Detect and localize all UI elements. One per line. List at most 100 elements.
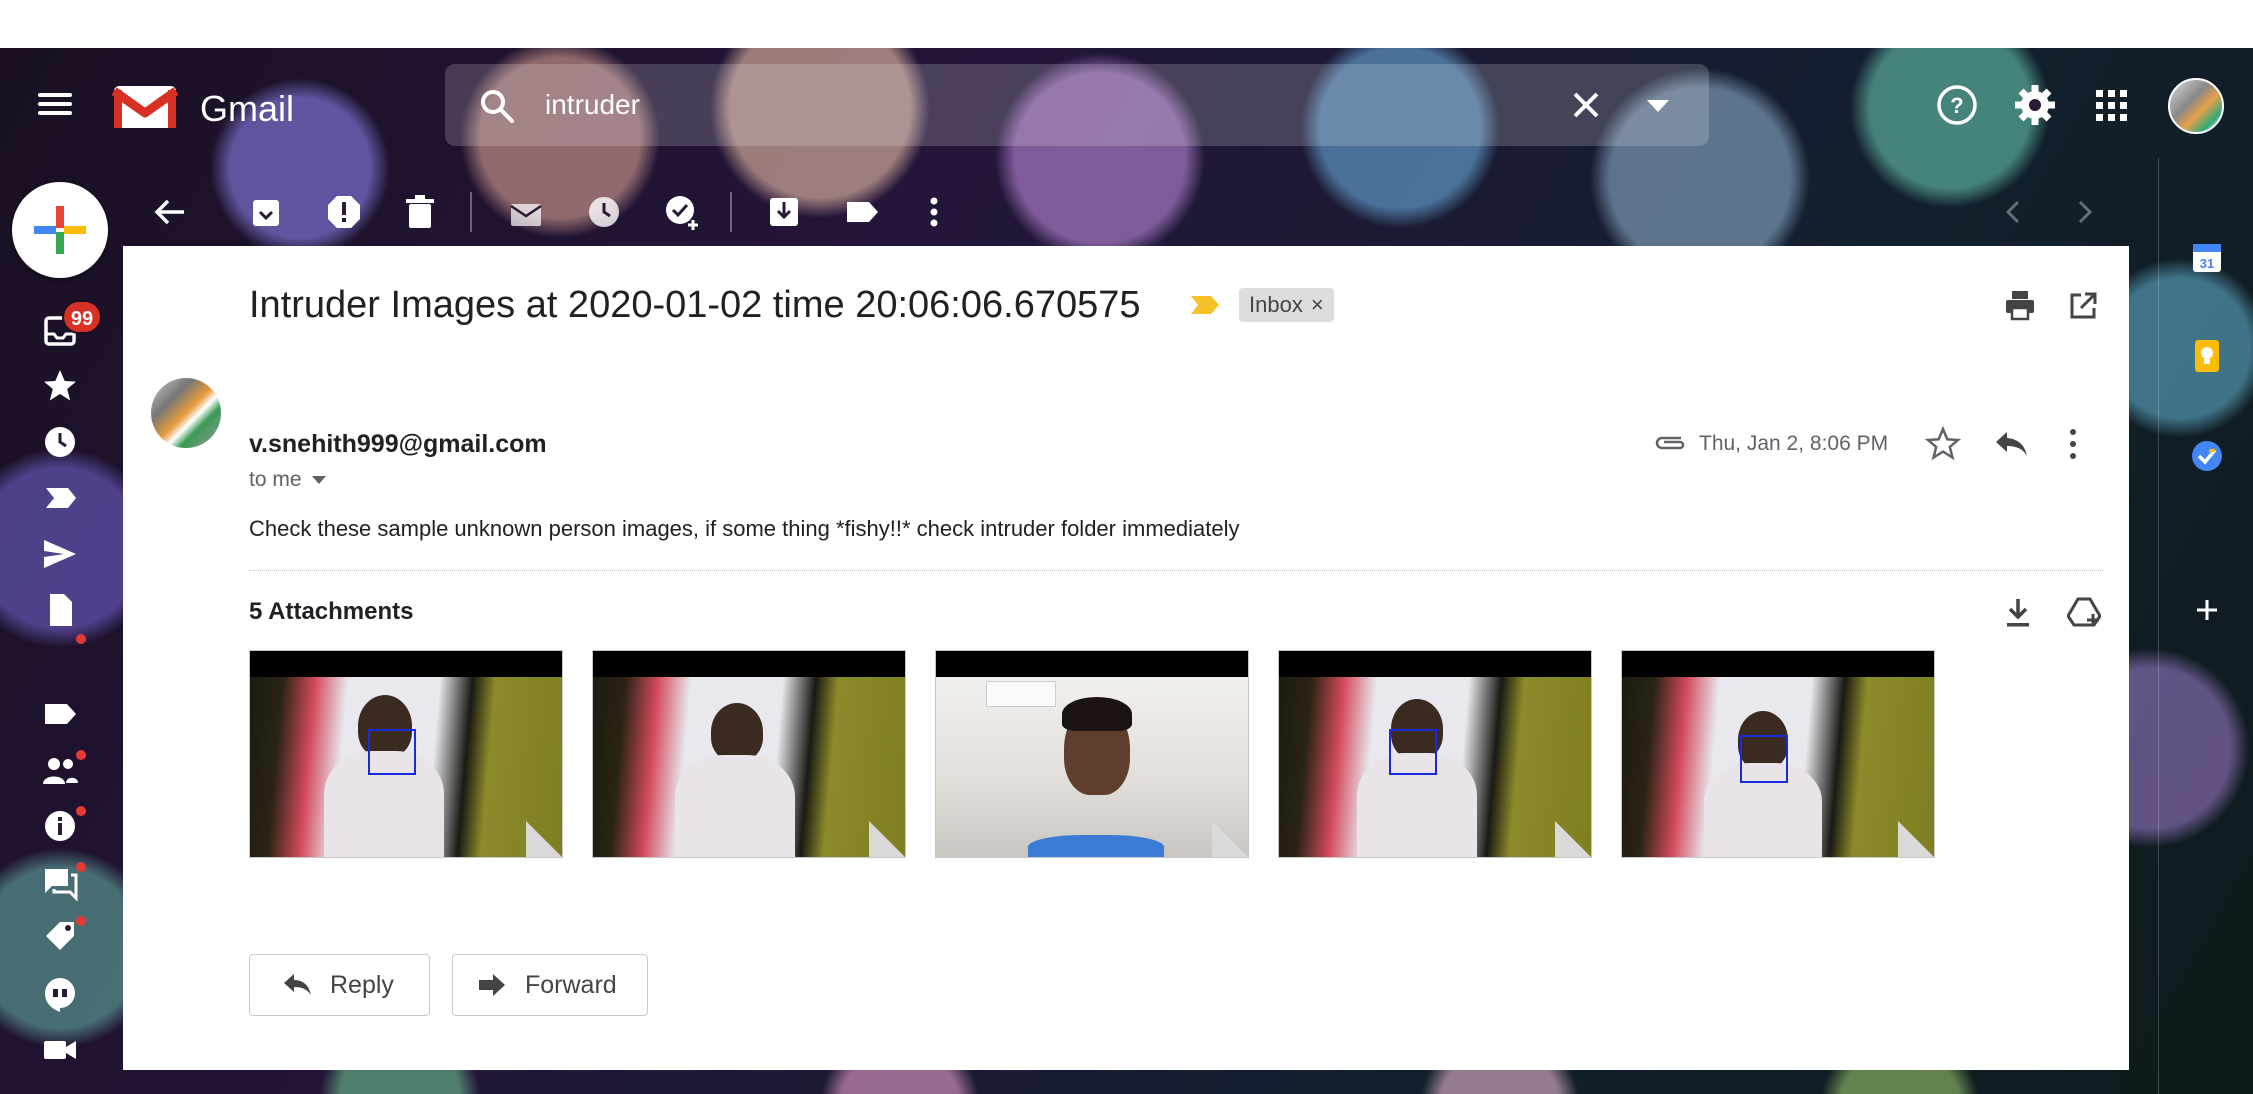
face-detection-box bbox=[368, 729, 416, 775]
compose-button[interactable] bbox=[12, 182, 108, 278]
inbox-unread-badge: 99 bbox=[62, 300, 102, 334]
sender-email[interactable]: v.snehith999@gmail.com bbox=[249, 430, 547, 459]
hair bbox=[1062, 697, 1132, 731]
back-arrow-icon[interactable] bbox=[150, 192, 190, 232]
mark-unread-icon[interactable] bbox=[506, 192, 546, 232]
message-view: Intruder Images at 2020-01-02 time 20:06… bbox=[123, 246, 2129, 1070]
email-subject: Intruder Images at 2020-01-02 time 20:06… bbox=[249, 284, 1141, 326]
attachment-thumbnail[interactable] bbox=[249, 650, 563, 858]
delete-trash-icon[interactable] bbox=[400, 192, 440, 232]
reply-arrow-icon[interactable] bbox=[1993, 428, 2029, 460]
forward-label: Forward bbox=[525, 970, 617, 999]
drafts-icon[interactable] bbox=[40, 590, 80, 630]
download-all-icon[interactable] bbox=[2003, 596, 2033, 630]
tasks-check-icon[interactable] bbox=[2187, 436, 2227, 476]
print-icon[interactable] bbox=[2003, 288, 2037, 322]
report-spam-icon[interactable] bbox=[324, 192, 364, 232]
details-caret-icon[interactable] bbox=[311, 476, 326, 485]
attachment-thumbnail[interactable] bbox=[592, 650, 906, 858]
intruder-photo bbox=[936, 677, 1248, 857]
side-panel: 31 bbox=[2158, 158, 2253, 1094]
face-detection-box bbox=[1389, 729, 1437, 775]
gmail-app: Gmail ? bbox=[0, 48, 2253, 1094]
attachment-thumbnail[interactable] bbox=[935, 650, 1249, 858]
gmail-logo-icon[interactable] bbox=[112, 82, 178, 132]
wall-socket bbox=[986, 681, 1056, 707]
face bbox=[711, 703, 763, 761]
forward-button[interactable]: Forward bbox=[452, 954, 648, 1016]
remove-label-icon[interactable]: × bbox=[1311, 292, 1324, 317]
intruder-photo bbox=[1279, 677, 1591, 857]
apps-grid-icon[interactable] bbox=[2088, 82, 2134, 128]
updates-info-icon[interactable] bbox=[40, 806, 80, 846]
account-avatar[interactable] bbox=[2168, 78, 2224, 134]
promotions-tag-icon[interactable] bbox=[40, 918, 80, 958]
important-marker-icon[interactable] bbox=[1191, 294, 1221, 316]
save-to-drive-icon[interactable] bbox=[2067, 596, 2101, 628]
meet-video-icon[interactable] bbox=[40, 1030, 80, 1070]
label-name: Inbox bbox=[1249, 292, 1303, 317]
forums-chat-icon[interactable] bbox=[40, 862, 80, 902]
intruder-photo bbox=[593, 677, 905, 857]
search-icon[interactable] bbox=[479, 88, 515, 124]
calendar-icon[interactable]: 31 bbox=[2187, 238, 2227, 278]
help-icon[interactable]: ? bbox=[1934, 82, 1980, 128]
intruder-photo bbox=[1622, 677, 1934, 857]
search-bar bbox=[445, 64, 1709, 146]
svg-text:31: 31 bbox=[2200, 256, 2214, 271]
keyboard-icon[interactable] bbox=[40, 1086, 80, 1094]
recipient-text: to me bbox=[249, 468, 302, 491]
search-options-caret-icon[interactable] bbox=[1643, 94, 1673, 116]
hangouts-icon[interactable] bbox=[40, 974, 80, 1014]
attachment-clip-icon bbox=[1655, 436, 1685, 450]
drafts-dot bbox=[76, 634, 86, 644]
inbox-label-chip: Inbox × bbox=[1239, 288, 1334, 322]
open-new-window-icon[interactable] bbox=[2067, 290, 2099, 322]
app-title[interactable]: Gmail bbox=[200, 88, 294, 130]
more-options-icon[interactable] bbox=[914, 192, 954, 232]
keep-bulb-icon[interactable] bbox=[2187, 336, 2227, 376]
older-chevron-icon[interactable] bbox=[2064, 192, 2104, 232]
add-to-tasks-icon[interactable] bbox=[662, 192, 702, 232]
social-people-icon[interactable] bbox=[40, 750, 80, 790]
move-to-icon[interactable] bbox=[764, 192, 804, 232]
snooze-clock-icon[interactable] bbox=[584, 192, 624, 232]
email-body: Check these sample unknown person images… bbox=[249, 516, 1240, 541]
intruder-photo bbox=[250, 677, 562, 857]
snoozed-clock-icon[interactable] bbox=[40, 422, 80, 462]
important-icon[interactable] bbox=[40, 478, 80, 518]
attachments-title: 5 Attachments bbox=[249, 598, 414, 625]
promotions-dot bbox=[76, 916, 86, 926]
recipient-details[interactable]: to me bbox=[249, 468, 326, 492]
page-fold bbox=[869, 821, 905, 857]
main-menu-icon[interactable] bbox=[38, 88, 82, 122]
shirt bbox=[675, 755, 795, 857]
attachment-thumbnail[interactable] bbox=[1621, 650, 1935, 858]
labels-icon[interactable] bbox=[842, 192, 882, 232]
clear-search-icon[interactable] bbox=[1565, 84, 1607, 126]
reply-icon bbox=[284, 974, 311, 995]
category-label-icon[interactable] bbox=[40, 694, 80, 734]
shirt bbox=[1028, 835, 1164, 857]
newer-chevron-icon[interactable] bbox=[1994, 192, 2034, 232]
star-icon[interactable] bbox=[1925, 426, 1961, 462]
reply-button[interactable]: Reply bbox=[249, 954, 430, 1016]
page-fold bbox=[1555, 821, 1591, 857]
attachment-thumbnail[interactable] bbox=[1278, 650, 1592, 858]
email-date: Thu, Jan 2, 8:06 PM bbox=[1699, 432, 1889, 455]
settings-gear-icon[interactable] bbox=[2012, 82, 2058, 128]
more-vert-icon[interactable] bbox=[2067, 426, 2079, 462]
sent-icon[interactable] bbox=[40, 534, 80, 574]
add-addon-plus-icon[interactable] bbox=[2187, 590, 2227, 630]
archive-icon[interactable] bbox=[246, 192, 286, 232]
page-fold bbox=[1898, 821, 1934, 857]
message-toolbar bbox=[0, 178, 2253, 248]
attachments-divider bbox=[249, 570, 2103, 571]
sender-avatar[interactable] bbox=[151, 378, 221, 448]
page-fold bbox=[1212, 821, 1248, 857]
compose-plus-icon bbox=[34, 206, 86, 254]
starred-icon[interactable] bbox=[40, 366, 80, 406]
search-input[interactable] bbox=[545, 84, 1445, 126]
reply-label: Reply bbox=[330, 970, 394, 999]
face-detection-box bbox=[1740, 735, 1788, 783]
